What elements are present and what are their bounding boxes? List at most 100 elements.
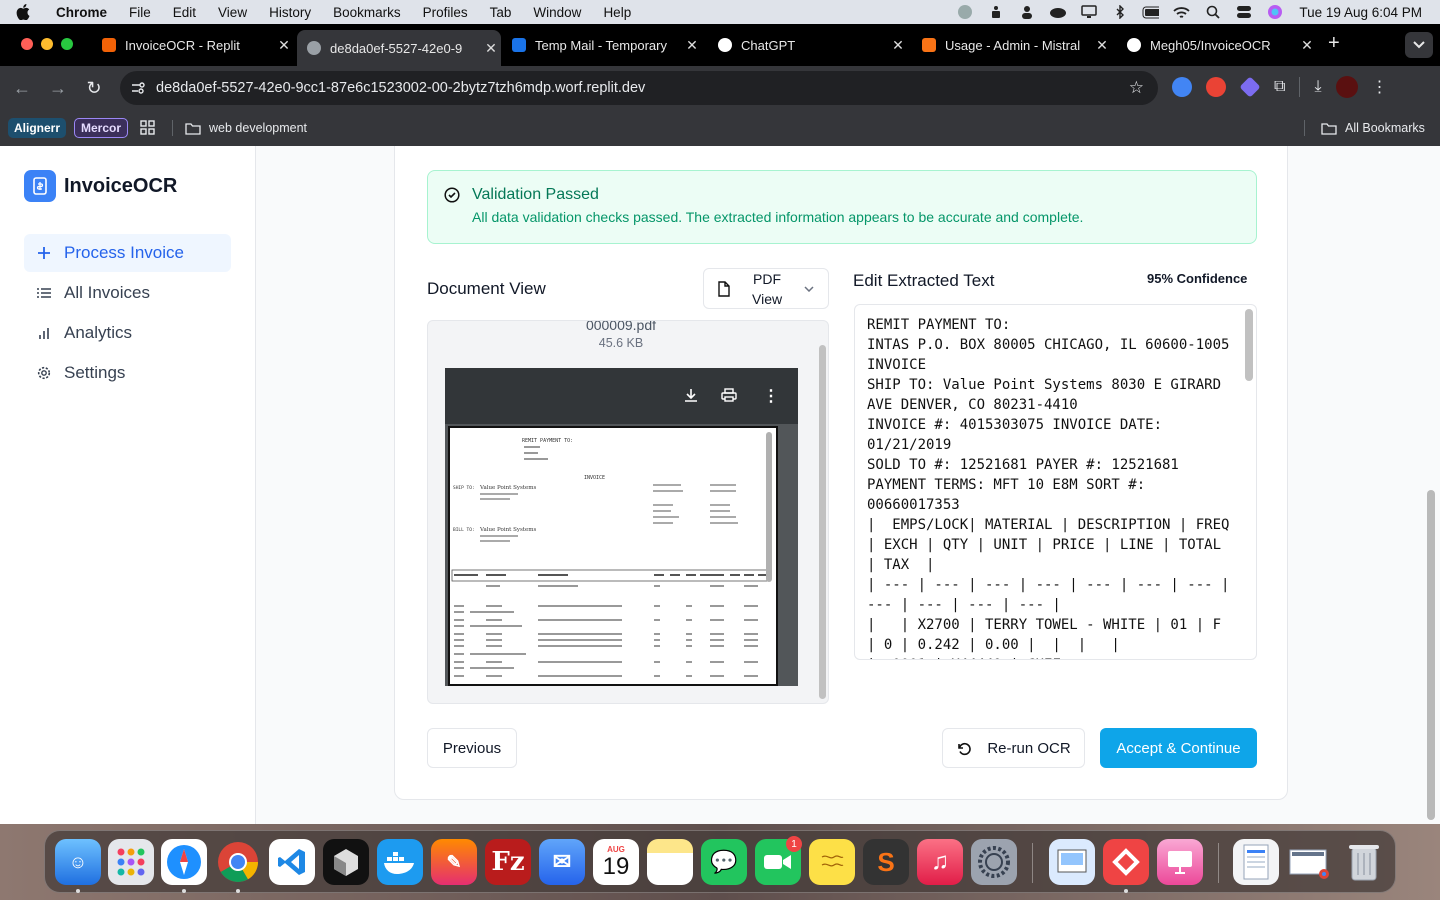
url-text[interactable]: de8da0ef-5527-42e0-9cc1-87e6c1523002-00-… (156, 80, 645, 96)
music-icon[interactable]: ♫ (917, 839, 963, 885)
menu-window[interactable]: Window (533, 5, 581, 20)
menu-app-name[interactable]: Chrome (56, 5, 107, 20)
tab-temp-mail[interactable]: Temp Mail - Temporary ✕ (502, 30, 702, 60)
siri-icon[interactable] (1266, 5, 1283, 19)
bookmark-mercor[interactable]: Mercor (74, 118, 129, 138)
window-zoom-button[interactable] (61, 38, 73, 50)
vpn-icon[interactable] (956, 5, 973, 19)
sidebar-item-process-invoice[interactable]: Process Invoice (24, 234, 231, 272)
tab-close-icon[interactable]: ✕ (1297, 37, 1317, 54)
trash-icon[interactable] (1341, 839, 1387, 885)
menu-profiles[interactable]: Profiles (423, 5, 468, 20)
display-icon[interactable] (1080, 5, 1097, 19)
calendar-icon[interactable]: AUG 19 (593, 839, 639, 885)
docker-icon[interactable] (377, 839, 423, 885)
menu-file[interactable]: File (129, 5, 151, 20)
bookmark-alignerr[interactable]: Alignerr (8, 118, 67, 138)
finder-icon[interactable]: ☺ (55, 839, 101, 885)
site-settings-icon[interactable] (130, 81, 146, 95)
presentation-app-icon[interactable] (1157, 839, 1203, 885)
document-file-icon[interactable] (1233, 839, 1279, 885)
app-logo[interactable]: InvoiceOCR (24, 170, 177, 202)
stickies-icon[interactable] (809, 839, 855, 885)
pen-app-icon[interactable]: ✎ (431, 839, 477, 885)
downloads-stack-icon[interactable] (1287, 839, 1333, 885)
sidebar-item-settings[interactable]: Settings (24, 354, 231, 392)
document-panel-scrollbar[interactable] (819, 345, 826, 699)
mail-app-icon[interactable]: ✉ (539, 839, 585, 885)
pdf-viewer[interactable]: ⋮ REMIT PAYMENT TO: INVOICE SHIP TO: Val… (445, 368, 798, 686)
notes-icon[interactable] (647, 839, 693, 885)
tab-close-icon[interactable]: ✕ (888, 37, 908, 54)
view-mode-select[interactable]: PDF View (703, 268, 829, 309)
pdf-page-scrollbar[interactable] (766, 432, 772, 582)
filezilla-icon[interactable]: Fz (485, 839, 531, 885)
menu-view[interactable]: View (218, 5, 247, 20)
chrome-icon[interactable] (215, 839, 261, 885)
menu-history[interactable]: History (269, 5, 311, 20)
bookmark-star-icon[interactable]: ☆ (1129, 78, 1144, 98)
tab-close-icon[interactable]: ✕ (1092, 37, 1112, 54)
sublime-text-icon[interactable]: S (863, 839, 909, 885)
rerun-ocr-button[interactable]: Re-run OCR (942, 728, 1085, 768)
wifi-icon[interactable] (1173, 5, 1191, 19)
launchpad-icon[interactable] (108, 839, 154, 885)
vscode-icon[interactable] (269, 839, 315, 885)
tab-github-invoiceocr[interactable]: Megh05/InvoiceOCR ✕ (1117, 30, 1317, 60)
tab-active-replit-dev[interactable]: de8da0ef-5527-42e0-9 ✕ (297, 30, 501, 66)
bluetooth-icon[interactable] (1111, 5, 1128, 19)
reload-icon[interactable]: ↻ (76, 70, 112, 106)
preview-icon[interactable] (1049, 839, 1095, 885)
forward-arrow-icon[interactable]: → (40, 70, 76, 106)
page-scrollbar[interactable] (1427, 490, 1435, 820)
system-settings-icon[interactable] (971, 839, 1017, 885)
download-icon[interactable]: ⤓ (1314, 78, 1321, 96)
editor-scrollbar[interactable] (1245, 309, 1253, 381)
extracted-text[interactable]: REMIT PAYMENT TO: INTAS P.O. BOX 80005 C… (867, 315, 1237, 659)
profile-avatar-icon[interactable] (1335, 76, 1358, 98)
control-center-icon[interactable] (1235, 5, 1252, 19)
bookmark-folder-web-development[interactable]: web development (185, 121, 307, 135)
menu-bookmarks[interactable]: Bookmarks (333, 5, 401, 20)
apps-grid-icon[interactable] (140, 120, 156, 136)
window-close-button[interactable] (21, 38, 33, 50)
spotlight-search-icon[interactable] (1204, 5, 1221, 19)
tab-search-button[interactable] (1405, 32, 1433, 58)
menu-edit[interactable]: Edit (173, 5, 196, 20)
cloud-icon[interactable] (1049, 5, 1067, 19)
all-bookmarks[interactable]: All Bookmarks (1321, 121, 1425, 135)
accessibility-icon[interactable] (987, 5, 1004, 19)
tab-close-icon[interactable]: ✕ (682, 37, 702, 54)
tab-close-icon[interactable]: ✕ (481, 40, 501, 57)
extension-icon[interactable] (1172, 77, 1192, 97)
tab-close-icon[interactable]: ✕ (274, 37, 294, 54)
sidebar-item-analytics[interactable]: Analytics (24, 314, 231, 352)
sidebar-item-all-invoices[interactable]: All Invoices (24, 274, 231, 312)
kebab-menu-icon[interactable]: ⋮ (1372, 77, 1388, 97)
safari-icon[interactable] (161, 839, 207, 885)
tab-invoiceocr-replit[interactable]: InvoiceOCR - Replit ✕ (92, 30, 294, 60)
new-tab-button[interactable]: + (1328, 32, 1340, 55)
cube-app-icon[interactable] (323, 839, 369, 885)
extension-icon[interactable] (1206, 77, 1226, 97)
extension-icon[interactable] (1239, 76, 1261, 98)
previous-button[interactable]: Previous (427, 728, 517, 768)
menu-tab[interactable]: Tab (490, 5, 512, 20)
user-icon[interactable] (1018, 5, 1035, 19)
download-icon[interactable] (684, 388, 698, 407)
battery-icon[interactable] (1142, 5, 1160, 19)
menubar-clock[interactable]: Tue 19 Aug 6:04 PM (1299, 5, 1422, 20)
back-arrow-icon[interactable]: ← (4, 70, 40, 106)
messages-icon[interactable]: 💬 (701, 839, 747, 885)
puzzle-icon[interactable]: ⧉ (1274, 78, 1285, 96)
apple-icon[interactable] (16, 3, 34, 21)
tab-chatgpt[interactable]: ChatGPT ✕ (708, 30, 908, 60)
accept-continue-button[interactable]: Accept & Continue (1100, 728, 1257, 768)
print-icon[interactable] (721, 388, 737, 407)
tab-mistral-usage[interactable]: Usage - Admin - Mistral ✕ (912, 30, 1112, 60)
address-bar[interactable]: de8da0ef-5527-42e0-9cc1-87e6c1523002-00-… (120, 71, 1158, 105)
menu-help[interactable]: Help (603, 5, 631, 20)
extracted-text-editor[interactable]: REMIT PAYMENT TO: INTAS P.O. BOX 80005 C… (854, 304, 1257, 660)
anydesk-icon[interactable] (1103, 839, 1149, 885)
window-minimize-button[interactable] (41, 38, 53, 50)
